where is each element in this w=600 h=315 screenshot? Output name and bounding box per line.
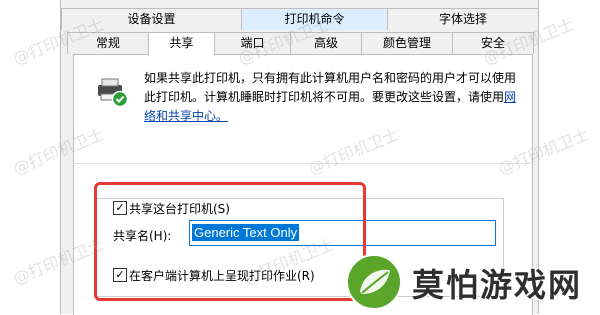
separator [74,163,532,164]
tab-font-selection[interactable]: 字体选择 [387,8,539,30]
tab-color-management[interactable]: 颜色管理 [361,32,453,54]
logo-leaf-icon [346,254,402,310]
tab-security[interactable]: 安全 [452,32,534,54]
sharing-description: 如果共享此打印机，只有拥有此计算机用户名和密码的用户才可以使用此打印机。计算机睡… [144,69,524,126]
tab-device-settings[interactable]: 设备设置 [61,8,242,30]
tab-advanced[interactable]: 高级 [290,32,362,54]
sharing-description-text: 如果共享此打印机，只有拥有此计算机用户名和密码的用户才可以使用此打印机。计算机睡… [144,71,517,104]
shared-printer-icon [98,78,129,107]
site-logo: 莫怕游戏网 [346,254,592,310]
tab-ports[interactable]: 端口 [214,32,291,54]
tab-row-bottom: 常规 共享 端口 高级 颜色管理 安全 [61,32,538,56]
tab-row-top: 设备设置 打印机命令 字体选择 [61,8,539,31]
tab-printer-commands[interactable]: 打印机命令 [241,8,388,30]
tab-general[interactable]: 常规 [67,32,149,54]
highlight-annotation-box [94,182,366,301]
logo-text: 莫怕游戏网 [412,266,583,304]
tab-sharing[interactable]: 共享 [148,32,215,56]
